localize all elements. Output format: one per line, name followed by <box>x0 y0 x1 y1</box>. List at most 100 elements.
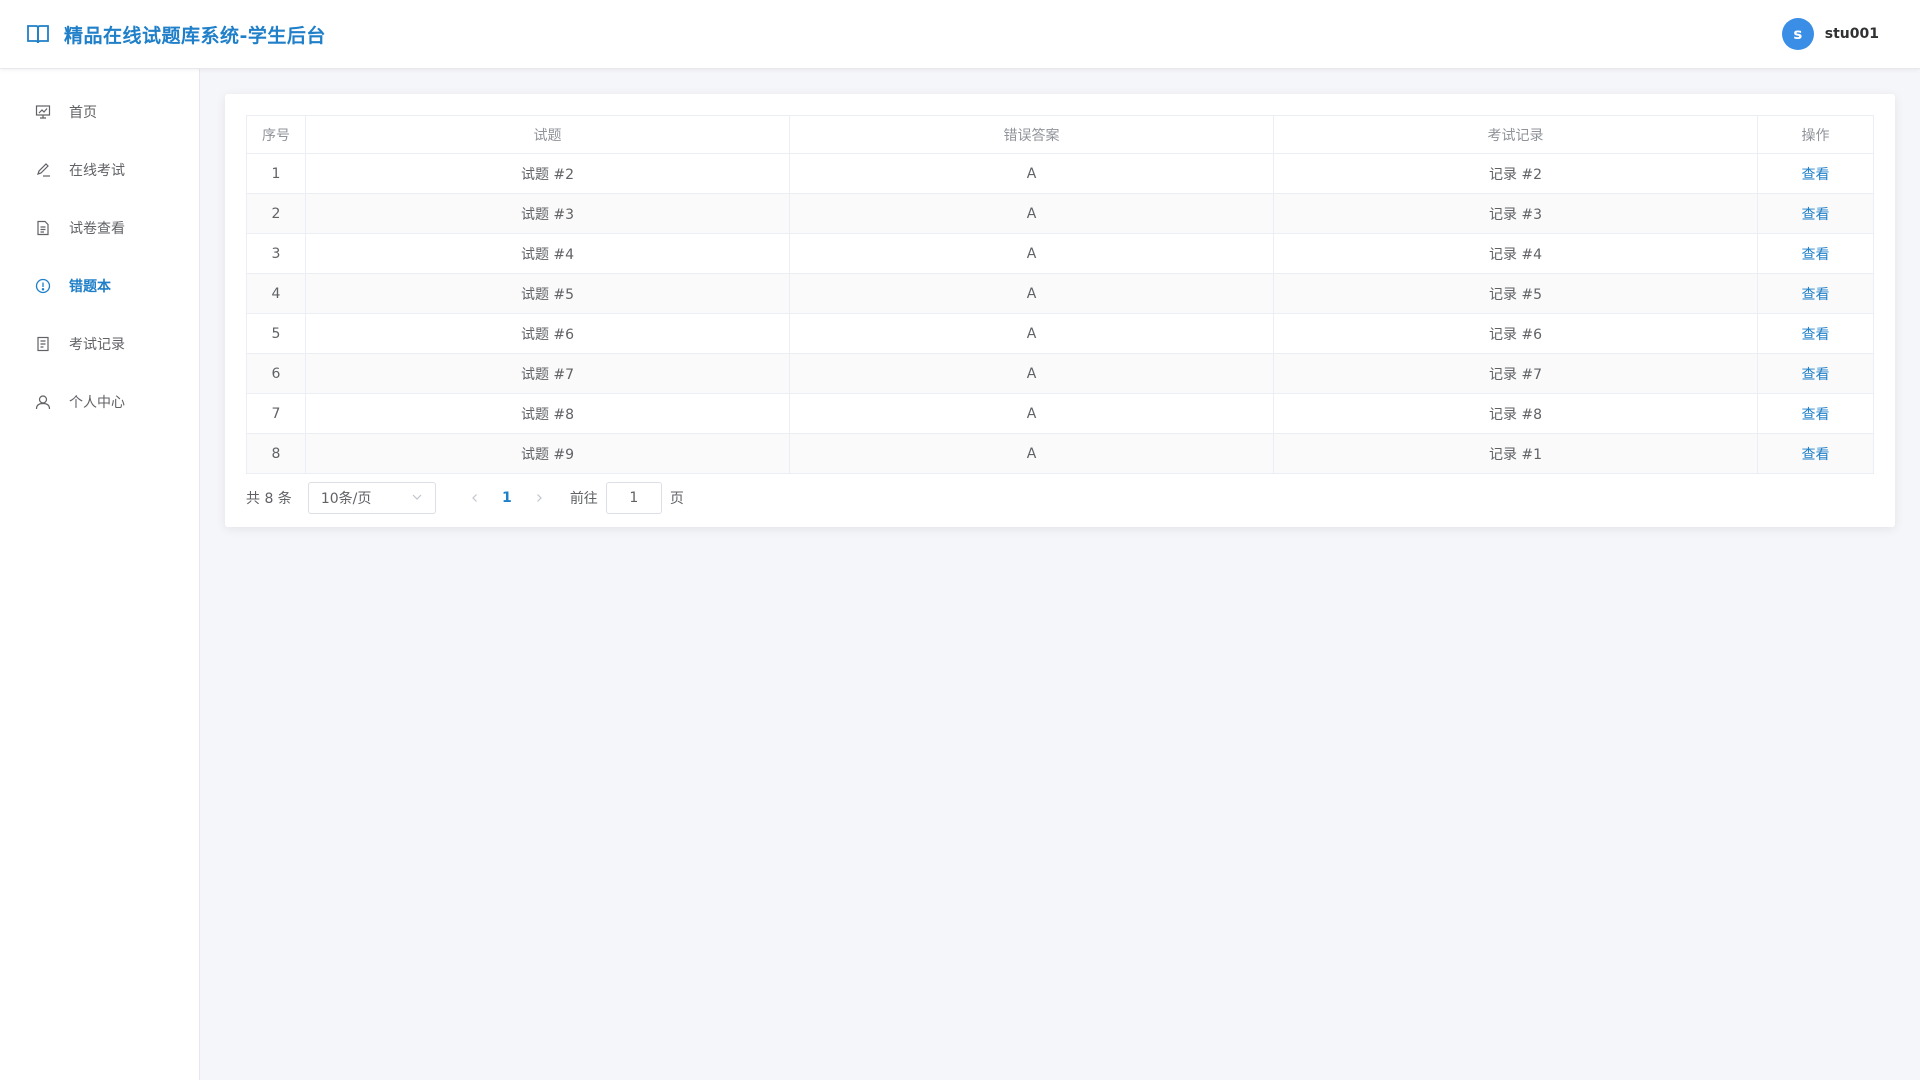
table-row: 2 试题 #3 A 记录 #3 查看 <box>246 193 1874 234</box>
sidebar-item-wrong-book[interactable]: 错题本 <box>0 257 199 315</box>
cell-index: 4 <box>246 273 306 314</box>
cell-wrong-answer: A <box>789 193 1274 234</box>
cell-question: 试题 #3 <box>305 193 790 234</box>
sidebar: 首页 在线考试 试卷查看 错题本 考试记录 个人中心 <box>0 69 200 1080</box>
table-row: 5 试题 #6 A 记录 #6 查看 <box>246 313 1874 354</box>
cell-action: 查看 <box>1757 193 1874 234</box>
cell-exam-record: 记录 #3 <box>1273 193 1758 234</box>
cell-index: 2 <box>246 193 306 234</box>
cell-wrong-answer: A <box>789 393 1274 434</box>
table-row: 1 试题 #2 A 记录 #2 查看 <box>246 153 1874 194</box>
username[interactable]: stu001 <box>1825 26 1879 42</box>
view-link[interactable]: 查看 <box>1802 447 1830 463</box>
sidebar-item-exam-records[interactable]: 考试记录 <box>0 315 199 373</box>
book-icon <box>26 23 50 45</box>
table-row: 3 试题 #4 A 记录 #4 查看 <box>246 233 1874 274</box>
cell-index: 7 <box>246 393 306 434</box>
cell-exam-record: 记录 #2 <box>1273 153 1758 194</box>
top-header: 精品在线试题库系统-学生后台 s stu001 <box>0 0 1920 69</box>
sidebar-item-label: 考试记录 <box>69 337 125 353</box>
table-row: 7 试题 #8 A 记录 #8 查看 <box>246 393 1874 434</box>
sidebar-item-online-exam[interactable]: 在线考试 <box>0 141 199 199</box>
wrong-questions-card: 序号 试题 错误答案 考试记录 操作 1 试题 #2 A 记录 #2 查看 2 … <box>225 94 1895 527</box>
cell-question: 试题 #4 <box>305 233 790 274</box>
cell-question: 试题 #8 <box>305 393 790 434</box>
view-link[interactable]: 查看 <box>1802 327 1830 343</box>
view-link[interactable]: 查看 <box>1802 247 1830 263</box>
cell-exam-record: 记录 #8 <box>1273 393 1758 434</box>
goto-page: 前往 页 <box>570 482 684 514</box>
cell-exam-record: 记录 #7 <box>1273 353 1758 394</box>
page-suffix: 页 <box>669 491 684 507</box>
chevron-left-icon <box>471 494 477 502</box>
cell-wrong-answer: A <box>789 313 1274 354</box>
view-link[interactable]: 查看 <box>1802 207 1830 223</box>
sidebar-item-label: 错题本 <box>69 279 111 295</box>
brand: 精品在线试题库系统-学生后台 <box>26 21 326 48</box>
document-icon <box>34 219 52 237</box>
cell-index: 5 <box>246 313 306 354</box>
cell-index: 1 <box>246 153 306 194</box>
column-header-index: 序号 <box>246 115 306 154</box>
cell-index: 6 <box>246 353 306 394</box>
chevron-down-icon <box>411 491 423 506</box>
cell-question: 试题 #2 <box>305 153 790 194</box>
cell-action: 查看 <box>1757 313 1874 354</box>
cell-wrong-answer: A <box>789 433 1274 474</box>
sidebar-item-label: 试卷查看 <box>69 221 125 237</box>
page-number-current[interactable]: 1 <box>490 484 524 512</box>
table-row: 8 试题 #9 A 记录 #1 查看 <box>246 433 1874 474</box>
cell-wrong-answer: A <box>789 273 1274 314</box>
view-link[interactable]: 查看 <box>1802 407 1830 423</box>
cell-index: 3 <box>246 233 306 274</box>
chevron-right-icon <box>536 494 542 502</box>
cell-question: 试题 #7 <box>305 353 790 394</box>
cell-wrong-answer: A <box>789 233 1274 274</box>
column-header-action: 操作 <box>1757 115 1874 154</box>
cell-action: 查看 <box>1757 393 1874 434</box>
cell-action: 查看 <box>1757 433 1874 474</box>
cell-question: 试题 #5 <box>305 273 790 314</box>
app-title: 精品在线试题库系统-学生后台 <box>64 24 326 47</box>
cell-exam-record: 记录 #6 <box>1273 313 1758 354</box>
cell-action: 查看 <box>1757 353 1874 394</box>
page-size-select[interactable]: 10条/页 <box>307 482 436 514</box>
table-row: 6 试题 #7 A 记录 #7 查看 <box>246 353 1874 394</box>
column-header-wrong-answer: 错误答案 <box>789 115 1274 154</box>
table-row: 4 试题 #5 A 记录 #5 查看 <box>246 273 1874 314</box>
sidebar-item-label: 个人中心 <box>69 395 125 411</box>
next-page-button[interactable] <box>524 484 554 512</box>
cell-exam-record: 记录 #4 <box>1273 233 1758 274</box>
cell-wrong-answer: A <box>789 353 1274 394</box>
prev-page-button[interactable] <box>460 484 490 512</box>
sidebar-item-paper-view[interactable]: 试卷查看 <box>0 199 199 257</box>
avatar[interactable]: s <box>1781 18 1814 50</box>
wrong-questions-table: 序号 试题 错误答案 考试记录 操作 1 试题 #2 A 记录 #2 查看 2 … <box>246 115 1874 474</box>
view-link[interactable]: 查看 <box>1802 367 1830 383</box>
page-size-value: 10条/页 <box>320 491 372 507</box>
cell-exam-record: 记录 #5 <box>1273 273 1758 314</box>
cell-action: 查看 <box>1757 153 1874 194</box>
view-link[interactable]: 查看 <box>1802 167 1830 183</box>
cell-exam-record: 记录 #1 <box>1273 433 1758 474</box>
cell-action: 查看 <box>1757 273 1874 314</box>
cell-question: 试题 #6 <box>305 313 790 354</box>
tickets-icon <box>34 335 52 353</box>
column-header-question: 试题 <box>305 115 790 154</box>
cell-question: 试题 #9 <box>305 433 790 474</box>
goto-label: 前往 <box>569 491 598 507</box>
cell-index: 8 <box>246 433 306 474</box>
sidebar-item-home[interactable]: 首页 <box>0 83 199 141</box>
column-header-exam-record: 考试记录 <box>1273 115 1758 154</box>
goto-page-input[interactable] <box>605 482 662 514</box>
view-link[interactable]: 查看 <box>1802 287 1830 303</box>
user-icon <box>34 393 52 411</box>
user-menu[interactable]: s stu001 <box>1781 18 1879 50</box>
sidebar-item-label: 在线考试 <box>69 163 125 179</box>
edit-icon <box>34 161 52 179</box>
table-header-row: 序号 试题 错误答案 考试记录 操作 <box>246 115 1874 154</box>
total-count: 共 8 条 <box>246 491 292 507</box>
sidebar-item-label: 首页 <box>69 105 97 121</box>
warning-circle-icon <box>34 277 52 295</box>
sidebar-item-profile[interactable]: 个人中心 <box>0 373 199 431</box>
